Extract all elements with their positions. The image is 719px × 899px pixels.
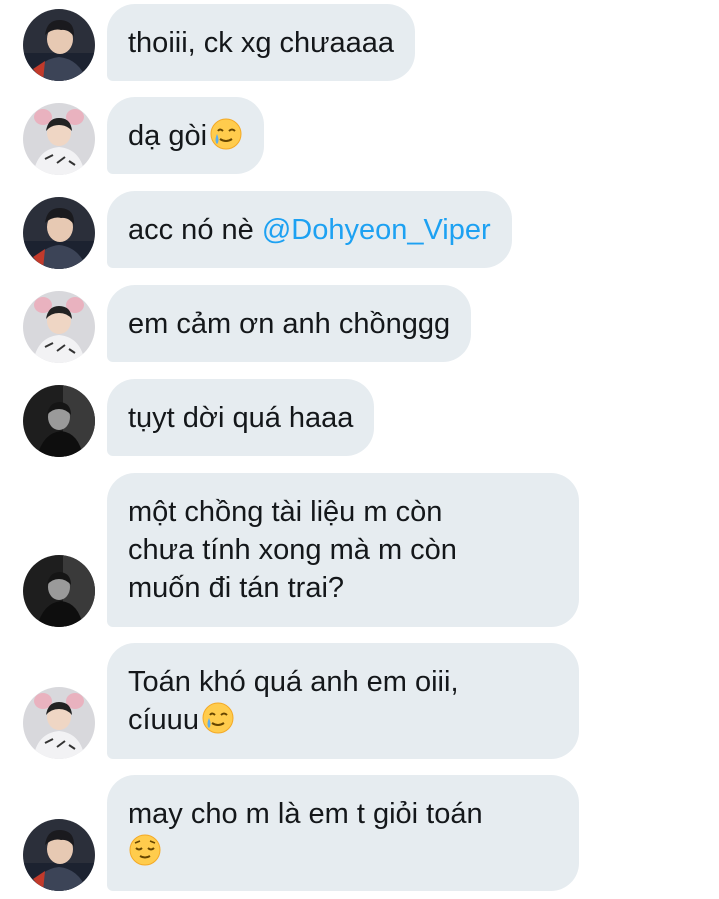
avatar[interactable] bbox=[23, 385, 95, 457]
relieved-face-emoji bbox=[129, 834, 161, 866]
message-text: em cảm ơn anh chồnggg bbox=[128, 308, 451, 340]
mention-link[interactable]: @Dohyeon_Viper bbox=[262, 214, 491, 246]
message-text: tụyt dời quá haaa bbox=[128, 402, 354, 434]
message-bubble: Toán khó quá anh em oiii, cíuuu bbox=[107, 643, 579, 759]
message-bubble: một chồng tài liệu m còn chưa tính xong … bbox=[107, 473, 579, 627]
message-text: thoiii, ck xg chưaaaa bbox=[128, 27, 395, 59]
message-bubble: em cảm ơn anh chồnggg bbox=[107, 285, 472, 362]
message-text: may cho m là em t giỏi toán bbox=[128, 798, 483, 830]
message-bubble: acc nó nè @Dohyeon_Viper bbox=[107, 191, 512, 268]
avatar[interactable] bbox=[23, 687, 95, 759]
message-text: một chồng tài liệu m còn chưa tính xong … bbox=[128, 496, 457, 604]
avatar[interactable] bbox=[23, 291, 95, 363]
tearful-smile-emoji bbox=[201, 702, 234, 734]
message-bubble: may cho m là em t giỏi toán bbox=[107, 775, 579, 891]
avatar[interactable] bbox=[23, 103, 95, 175]
avatar[interactable] bbox=[23, 9, 95, 81]
avatar[interactable] bbox=[23, 819, 95, 891]
message-text: Toán khó quá anh em oiii, cíuuu bbox=[128, 666, 459, 736]
avatar[interactable] bbox=[23, 197, 95, 269]
message-bubble: thoiii, ck xg chưaaaa bbox=[107, 4, 416, 81]
tearful-smile-emoji bbox=[210, 118, 243, 150]
avatar[interactable] bbox=[23, 555, 95, 627]
message-bubble: tụyt dời quá haaa bbox=[107, 379, 375, 456]
message-bubble: dạ gòi bbox=[107, 97, 265, 174]
message-text: dạ gòi bbox=[128, 120, 208, 152]
message-text: acc nó nè bbox=[128, 214, 262, 246]
